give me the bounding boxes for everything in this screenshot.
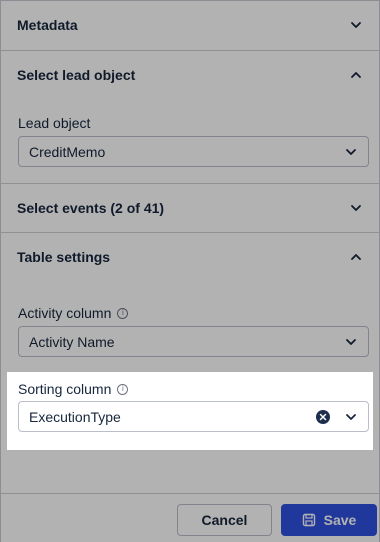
section-metadata-title: Metadata bbox=[17, 17, 78, 33]
save-button[interactable]: Save bbox=[281, 504, 377, 536]
section-lead-object-title: Select lead object bbox=[17, 67, 136, 83]
section-metadata-header[interactable]: Metadata bbox=[1, 1, 379, 49]
configuration-panel: Metadata Select lead object Lead object … bbox=[0, 0, 380, 542]
sorting-column-select[interactable]: ExecutionType bbox=[18, 401, 369, 432]
activity-column-value: Activity Name bbox=[29, 333, 115, 350]
chevron-up-icon bbox=[349, 68, 363, 82]
cancel-button[interactable]: Cancel bbox=[177, 504, 272, 536]
chevron-down-icon bbox=[349, 201, 363, 215]
cancel-button-label: Cancel bbox=[201, 512, 248, 528]
section-events-header[interactable]: Select events (2 of 41) bbox=[1, 184, 379, 232]
lead-object-label: Lead object bbox=[18, 115, 90, 131]
lead-object-label-text: Lead object bbox=[18, 115, 91, 131]
info-icon[interactable]: i bbox=[117, 383, 129, 395]
activity-column-label: Activity column i bbox=[18, 305, 129, 321]
save-button-label: Save bbox=[323, 512, 357, 528]
lead-object-value: CreditMemo bbox=[29, 143, 106, 160]
sorting-column-label-text: Sorting column bbox=[18, 381, 112, 397]
chevron-down-icon bbox=[344, 410, 358, 424]
chevron-down-icon bbox=[349, 18, 363, 32]
chevron-down-icon bbox=[344, 145, 358, 159]
chevron-down-icon bbox=[344, 335, 358, 349]
section-events-title: Select events (2 of 41) bbox=[17, 200, 165, 216]
activity-column-select[interactable]: Activity Name bbox=[18, 326, 369, 357]
clear-icon[interactable] bbox=[316, 409, 330, 424]
activity-column-label-text: Activity column bbox=[18, 305, 112, 321]
section-table-settings-title: Table settings bbox=[17, 249, 111, 265]
section-lead-object-header[interactable]: Select lead object bbox=[1, 51, 379, 99]
sorting-column-value: ExecutionType bbox=[29, 408, 121, 425]
info-icon[interactable]: i bbox=[117, 307, 129, 319]
section-table-settings-header[interactable]: Table settings bbox=[1, 233, 379, 281]
lead-object-select[interactable]: CreditMemo bbox=[18, 136, 369, 167]
sorting-column-label: Sorting column i bbox=[18, 381, 129, 397]
footer-bar: Cancel Save bbox=[1, 493, 379, 542]
save-icon bbox=[302, 513, 316, 527]
chevron-up-icon bbox=[349, 250, 363, 264]
